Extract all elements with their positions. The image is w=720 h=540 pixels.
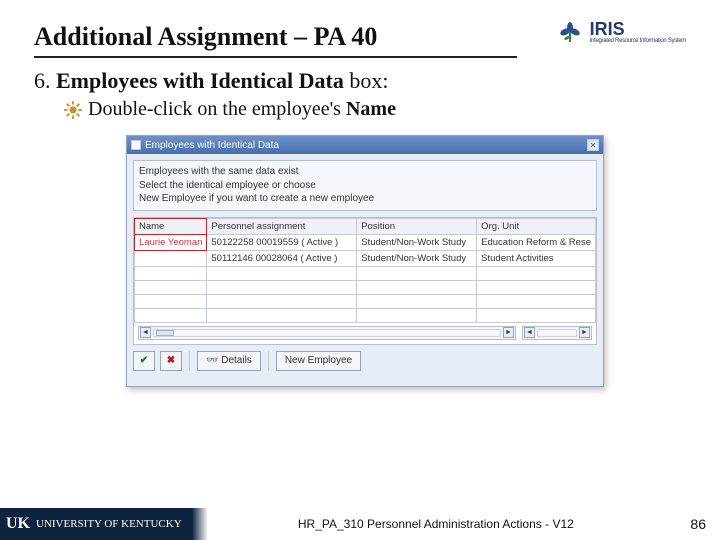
confirm-button[interactable]: ✔ (133, 351, 155, 371)
step-number: 6. (34, 68, 51, 93)
col-position[interactable]: Position (357, 218, 477, 234)
footer: UK UNIVERSITY OF KENTUCKY HR_PA_310 Pers… (0, 508, 720, 540)
divider (189, 351, 190, 371)
info-line-3: New Employee if you want to create a new… (139, 192, 591, 206)
scroll-left-icon[interactable]: ◄ (524, 327, 535, 338)
window-title: Employees with Identical Data (145, 140, 279, 151)
cancel-button[interactable]: ✖ (160, 351, 182, 371)
details-button[interactable]: 👓 Details (197, 351, 261, 371)
uk-mark-icon: UK (6, 515, 30, 533)
step-suffix: box: (344, 68, 389, 93)
iris-logo-subtext: Integrated Resource Information System (590, 38, 686, 44)
step-bold: Employees with Identical Data (56, 68, 344, 93)
employee-table: Name Personnel assignment Position Org. … (133, 217, 597, 345)
divider (268, 351, 269, 371)
scroll-right-icon[interactable]: ► (503, 327, 514, 338)
bullet-prefix: Double-click on the employee's (88, 98, 346, 120)
uk-logo: UK UNIVERSITY OF KENTUCKY (0, 508, 192, 540)
col-org[interactable]: Org. Unit (477, 218, 596, 234)
scroll-right-icon[interactable]: ► (579, 327, 590, 338)
sap-dialog: Employees with Identical Data ✕ Employee… (126, 135, 604, 387)
info-line-2: Select the identical employee or choose (139, 179, 591, 193)
col-name[interactable]: Name (135, 218, 207, 234)
horizontal-scrollbars[interactable]: ◄ ► ◄ ► (138, 326, 592, 340)
iris-logo-text: IRIS (590, 20, 686, 38)
step-line: 6. Employees with Identical Data box: (0, 58, 720, 94)
info-box: Employees with the same data exist Selec… (133, 160, 597, 211)
close-button[interactable]: ✕ (587, 139, 599, 151)
new-employee-button[interactable]: New Employee (276, 351, 361, 371)
scroll-thumb[interactable] (156, 330, 174, 336)
titlebar: Employees with Identical Data ✕ (127, 136, 603, 154)
uk-text: UNIVERSITY OF KENTUCKY (36, 518, 182, 530)
col-assignment[interactable]: Personnel assignment (207, 218, 357, 234)
scroll-left-icon[interactable]: ◄ (140, 327, 151, 338)
iris-flower-icon (556, 18, 584, 46)
table-row[interactable]: Laurie Yeoman 50122258 00019559 ( Active… (135, 234, 596, 250)
table-row[interactable]: 50112146 00028064 ( Active ) Student/Non… (135, 250, 596, 266)
check-icon: ✔ (140, 355, 148, 366)
close-icon: ✖ (167, 355, 175, 366)
page-number: 86 (680, 516, 720, 532)
footer-center-text: HR_PA_310 Personnel Administration Actio… (192, 517, 680, 531)
info-line-1: Employees with the same data exist (139, 165, 591, 179)
sunburst-icon (64, 101, 82, 119)
bullet-bold: Name (346, 98, 396, 120)
window-icon (131, 140, 141, 150)
bullet-line: Double-click on the employee's Name (0, 94, 720, 121)
glasses-icon: 👓 (206, 355, 218, 366)
iris-logo: IRIS Integrated Resource Information Sys… (556, 18, 686, 46)
slide-title: Additional Assignment – PA 40 (34, 22, 517, 58)
